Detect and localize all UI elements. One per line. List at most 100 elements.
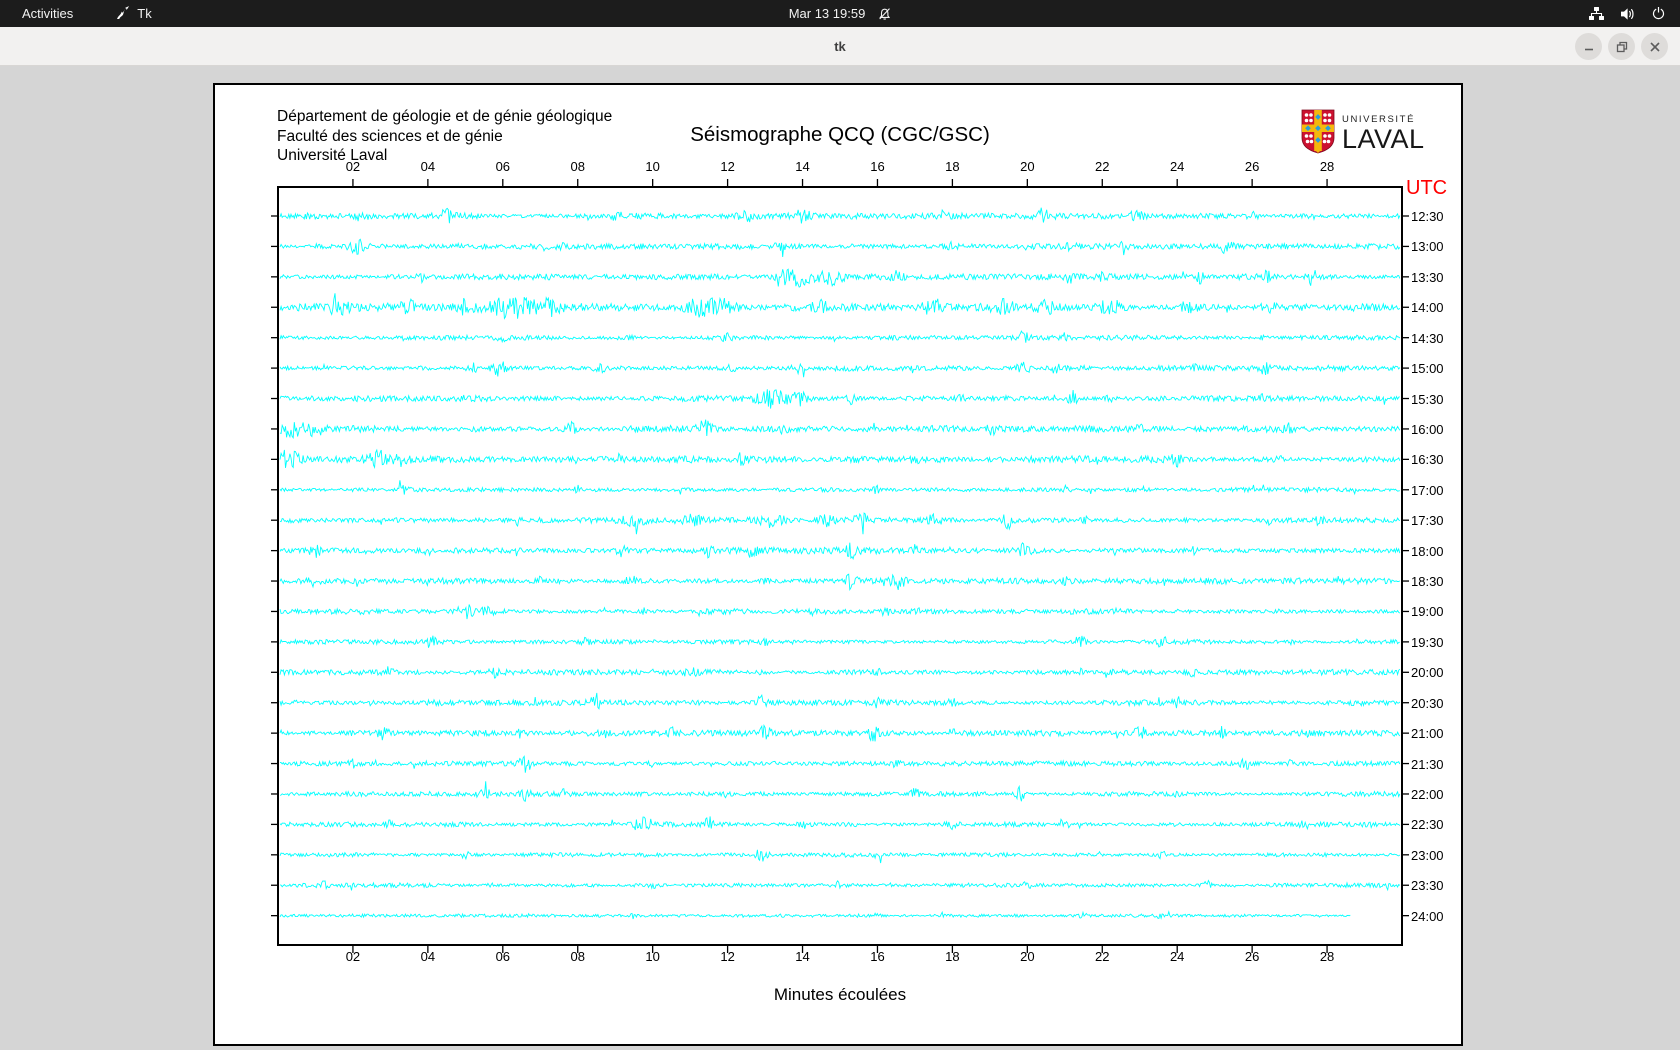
notifications-disabled-icon [877,7,891,21]
minute-tick-label-bottom: 10 [645,949,660,964]
seismic-trace-16:30 [279,448,1401,469]
minute-tick-label-bottom: 18 [945,949,960,964]
seismic-trace-19:00 [279,604,1401,620]
network-nodes-icon [1588,6,1605,21]
seismic-trace-20:00 [279,666,1401,679]
universite-laval-logo: UNIVERSITÉ LAVAL [1301,109,1425,159]
utc-time-label: 17:00 [1411,482,1444,498]
seismic-trace-15:00 [279,361,1401,378]
clock-text: Mar 13 19:59 [788,6,866,21]
minute-tick-label-top: 16 [870,159,885,174]
minute-tick-label-bottom: 08 [570,949,585,964]
desktop: Activities Tk Mar 13 19:59 tk Départemen… [0,0,1680,1050]
utc-time-label: 23:30 [1411,878,1444,894]
seismic-trace-13:00 [279,238,1401,258]
minute-tick-label-bottom: 28 [1319,949,1335,964]
minute-tick-label-bottom: 02 [345,949,361,964]
utc-time-label: 19:30 [1411,634,1444,650]
seismic-trace-17:00 [279,480,1400,496]
minute-tick-label-top: 12 [720,159,735,174]
minute-tick-label-bottom: 20 [1020,949,1035,964]
window-titlebar: tk [0,27,1680,66]
seismic-trace-21:00 [279,723,1401,742]
utc-time-label: 15:00 [1411,361,1444,377]
minute-tick-label-bottom: 22 [1095,949,1110,964]
focused-app-name: Tk [137,6,152,21]
utc-time-label: 12:30 [1411,209,1444,224]
seismic-trace-13:30 [279,268,1401,288]
minute-tick-label-top: 22 [1095,159,1110,174]
utc-time-label: 17:30 [1411,513,1444,529]
window-title: tk [834,39,846,54]
minimize-button[interactable] [1575,33,1602,60]
header-line-3: Université Laval [277,147,388,164]
utc-time-label: 18:00 [1411,543,1444,559]
clock-menu[interactable]: Mar 13 19:59 [789,0,892,27]
seismograph-canvas: Département de géologie et de génie géol… [213,83,1463,1046]
utc-time-label: 14:30 [1411,330,1444,346]
utc-time-label: 24:00 [1411,908,1444,924]
minute-tick-label-bottom: 14 [795,949,810,964]
minute-tick-label-top: 28 [1319,159,1335,174]
focused-app-menu[interactable]: Tk [109,0,157,27]
minute-tick-label-bottom: 06 [495,949,511,964]
minute-tick-label-top: 14 [795,159,810,174]
seismic-trace-23:00 [279,849,1401,864]
utc-axis-label: UTC [1406,177,1448,199]
utc-time-label: 13:30 [1411,269,1444,285]
utc-time-label: 20:00 [1411,665,1444,681]
utc-time-label: 15:30 [1411,391,1444,407]
seismic-trace-23:30 [279,879,1401,892]
utc-time-label: 14:00 [1411,300,1444,316]
seismic-trace-14:30 [279,330,1401,344]
seismic-trace-21:30 [279,755,1401,773]
logo-laval-text: LAVAL [1342,123,1425,154]
utc-time-label: 22:00 [1411,786,1444,802]
minute-tick-label-top: 10 [645,159,660,174]
minute-tick-label-bottom: 04 [420,949,436,964]
volume-icon [1620,7,1636,21]
utc-time-label: 18:30 [1411,574,1444,590]
utc-time-label: 20:30 [1411,695,1444,711]
seismic-trace-22:00 [279,781,1401,802]
seismic-trace-20:30 [279,692,1401,710]
seismic-trace-24:00 [279,910,1351,920]
gnome-top-bar: Activities Tk Mar 13 19:59 [0,0,1680,27]
close-button[interactable] [1641,33,1668,60]
power-icon [1651,6,1666,21]
seismic-trace-22:30 [279,816,1401,831]
helicorder-plot [271,179,1409,953]
restore-button[interactable] [1608,33,1635,60]
minute-tick-label-bottom: 26 [1244,949,1260,964]
seismic-trace-16:00 [279,419,1401,440]
x-axis-label: Minutes écoulées [773,985,907,1004]
chart-title: Séismographe QCQ (CGC/GSC) [690,123,990,146]
minute-tick-label-top: 02 [345,159,361,174]
seismic-trace-17:30 [279,512,1401,535]
utc-time-label: 19:00 [1411,604,1444,620]
minute-tick-label-bottom: 12 [720,949,735,964]
utc-time-label: 16:00 [1411,421,1444,437]
seismic-trace-18:30 [279,573,1401,592]
utc-time-label: 21:00 [1411,726,1444,742]
activities-button[interactable]: Activities [12,0,83,27]
seismic-trace-19:30 [279,635,1400,648]
utc-time-label: 22:30 [1411,817,1444,833]
minute-tick-label-top: 24 [1169,159,1185,174]
laval-shield-icon [1301,109,1335,159]
minute-tick-label-bottom: 24 [1169,949,1185,964]
seismic-trace-14:00 [279,293,1401,320]
system-status-area[interactable] [1588,0,1666,27]
utc-time-label: 16:30 [1411,452,1444,468]
seismic-trace-18:00 [279,542,1401,560]
minute-tick-label-top: 18 [945,159,960,174]
seismic-trace-12:30 [279,207,1401,224]
utc-time-label: 23:00 [1411,847,1444,863]
tk-feather-icon [115,6,130,21]
minute-tick-label-top: 04 [420,159,436,174]
minute-tick-label-top: 26 [1244,159,1260,174]
minute-tick-label-top: 06 [495,159,511,174]
minute-tick-label-bottom: 16 [870,949,885,964]
utc-time-label: 13:00 [1411,239,1444,255]
minute-tick-label-top: 20 [1020,159,1035,174]
